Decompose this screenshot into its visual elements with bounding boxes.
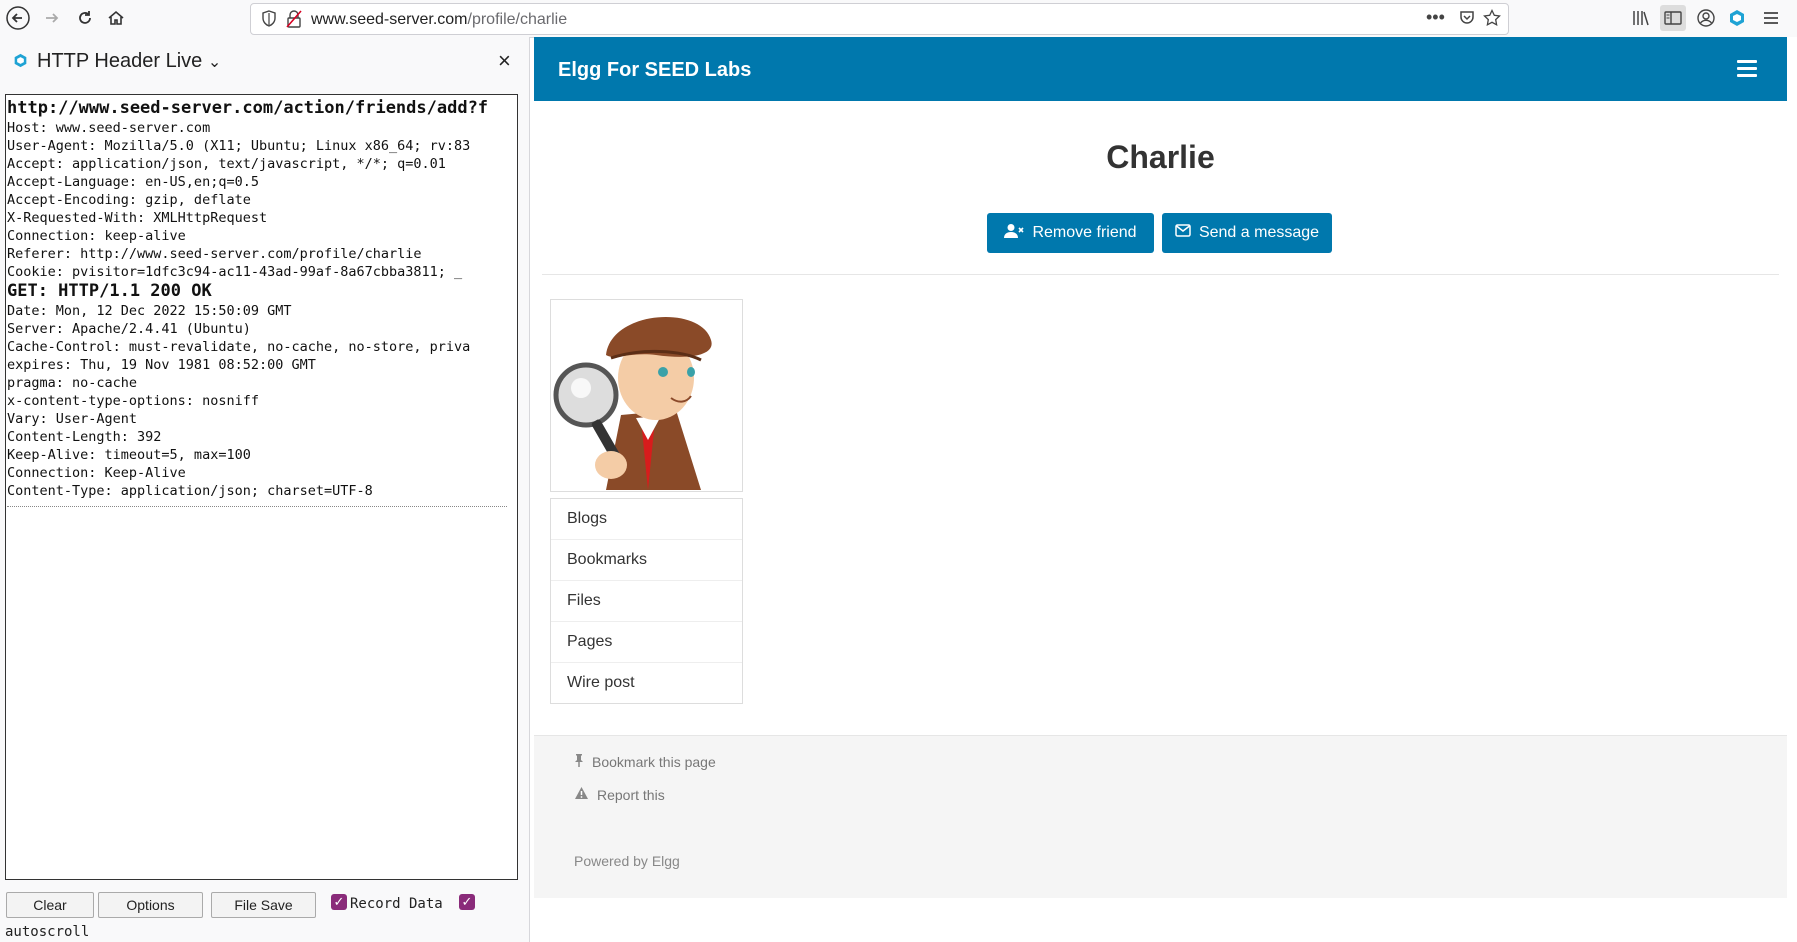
profile-menu-item[interactable]: Wire post — [551, 663, 742, 703]
pocket-icon[interactable] — [1459, 10, 1475, 31]
extension-icon[interactable] — [1728, 9, 1746, 32]
request-header-line: X-Requested-With: XMLHttpRequest — [7, 210, 268, 226]
response-header-line: Date: Mon, 12 Dec 2022 15:50:09 GMT — [7, 303, 292, 319]
request-header-line: Accept-Encoding: gzip, deflate — [7, 192, 251, 208]
response-header-line: Cache-Control: must-revalidate, no-cache… — [7, 339, 471, 355]
clear-button[interactable]: Clear — [6, 892, 94, 918]
file-save-button[interactable]: File Save — [211, 892, 316, 918]
record-data-checkbox[interactable]: ✓ — [331, 894, 347, 910]
user-remove-icon — [1004, 223, 1025, 244]
autoscroll-checkbox[interactable]: ✓ — [459, 894, 475, 910]
response-header-line: Content-Type: application/json; charset=… — [7, 483, 373, 499]
pin-icon — [574, 753, 584, 770]
account-icon[interactable] — [1697, 9, 1715, 32]
url-path: /profile/charlie — [467, 11, 568, 28]
remove-friend-label: Remove friend — [1032, 224, 1137, 241]
bookmark-link[interactable]: Bookmark this page — [574, 753, 716, 770]
avatar[interactable] — [550, 299, 743, 492]
url-text[interactable]: www.seed-server.com/profile/charlie — [311, 11, 567, 29]
response-header-line: Vary: User-Agent — [7, 411, 138, 427]
profile-name: Charlie — [1106, 139, 1215, 175]
profile-menu-item[interactable]: Pages — [551, 622, 742, 663]
reload-icon[interactable] — [71, 4, 99, 32]
envelope-icon — [1175, 224, 1191, 242]
chevron-down-icon: ⌄ — [207, 54, 222, 71]
request-header-line: Cookie: pvisitor=1dfc3c94-ac11-43ad-99af… — [7, 264, 463, 280]
elgg-page: Elgg For SEED Labs Charlie Remove friend… — [534, 37, 1787, 942]
record-data-label: Record Data — [350, 896, 443, 912]
home-icon[interactable] — [102, 4, 130, 32]
profile-menu-item[interactable]: Files — [551, 581, 742, 622]
remove-friend-button[interactable]: Remove friend — [987, 213, 1154, 253]
url-bar[interactable]: www.seed-server.com/profile/charlie ••• — [250, 3, 1509, 35]
page-scroll-area — [1787, 37, 1797, 942]
sidebar-header: HTTP Header Live ⌄ × — [0, 37, 529, 85]
request-header-line: Host: www.seed-server.com — [7, 120, 211, 136]
divider — [542, 274, 1779, 275]
request-header-line: Accept: application/json, text/javascrip… — [7, 156, 446, 172]
header-log[interactable]: http://www.seed-server.com/action/friend… — [5, 94, 518, 880]
request-header-line: Connection: keep-alive — [7, 228, 186, 244]
response-header-line: pragma: no-cache — [7, 375, 138, 391]
bookmark-link-label: Bookmark this page — [592, 753, 716, 770]
extension-icon — [13, 53, 28, 73]
sidebar-title[interactable]: HTTP Header Live ⌄ — [37, 50, 221, 73]
page-footer: Bookmark this page Report this Powered b… — [534, 735, 1787, 898]
more-icon[interactable]: ••• — [1426, 7, 1445, 28]
close-icon[interactable]: × — [498, 48, 511, 74]
menu-icon[interactable] — [1762, 9, 1780, 32]
send-message-label: Send a message — [1198, 224, 1320, 241]
site-brand[interactable]: Elgg For SEED Labs — [558, 59, 751, 82]
profile-menu-item[interactable]: Blogs — [551, 499, 742, 540]
options-button[interactable]: Options — [98, 892, 203, 918]
sidebar-icon[interactable] — [1660, 5, 1686, 31]
url-host: www.seed-server.com — [311, 11, 468, 28]
elgg-topbar: Elgg For SEED Labs — [534, 37, 1787, 101]
sidebar-title-text: HTTP Header Live — [37, 50, 203, 72]
log-divider — [7, 506, 507, 507]
insecure-lock-icon[interactable] — [286, 10, 302, 33]
request-header-line: User-Agent: Mozilla/5.0 (X11; Ubuntu; Li… — [7, 138, 471, 154]
request-header-line: Referer: http://www.seed-server.com/prof… — [7, 246, 422, 262]
back-icon[interactable] — [4, 4, 32, 32]
request-url[interactable]: http://www.seed-server.com/action/friend… — [7, 98, 507, 119]
response-header-line: expires: Thu, 19 Nov 1981 08:52:00 GMT — [7, 357, 316, 373]
send-message-button[interactable]: Send a message — [1162, 213, 1332, 253]
profile-menu: Blogs Bookmarks Files Pages Wire post — [550, 498, 743, 704]
autoscroll-label: autoscroll — [5, 924, 90, 940]
star-icon[interactable] — [1483, 8, 1501, 32]
http-header-live-sidebar: HTTP Header Live ⌄ × http://www.seed-ser… — [0, 37, 530, 942]
response-header-line: x-content-type-options: nosniff — [7, 393, 259, 409]
shield-icon[interactable] — [261, 10, 277, 33]
report-link-label: Report this — [597, 786, 665, 803]
request-header-line: Accept-Language: en-US,en;q=0.5 — [7, 174, 259, 190]
response-header-line: Content-Length: 392 — [7, 429, 162, 445]
library-icon[interactable] — [1632, 9, 1650, 32]
powered-by-link[interactable]: Powered by Elgg — [574, 853, 680, 869]
response-header-line: Keep-Alive: timeout=5, max=100 — [7, 447, 251, 463]
warning-icon — [574, 786, 589, 803]
browser-toolbar: www.seed-server.com/profile/charlie ••• — [0, 0, 1797, 38]
response-header-line: Connection: Keep-Alive — [7, 465, 186, 481]
response-status: GET: HTTP/1.1 200 OK — [7, 281, 212, 301]
profile-menu-item[interactable]: Bookmarks — [551, 540, 742, 581]
hamburger-menu-icon[interactable] — [1737, 60, 1757, 81]
forward-icon[interactable] — [38, 4, 66, 32]
report-link[interactable]: Report this — [574, 786, 665, 803]
header-log-content: http://www.seed-server.com/action/friend… — [7, 98, 507, 507]
response-header-line: Server: Apache/2.4.41 (Ubuntu) — [7, 321, 251, 337]
